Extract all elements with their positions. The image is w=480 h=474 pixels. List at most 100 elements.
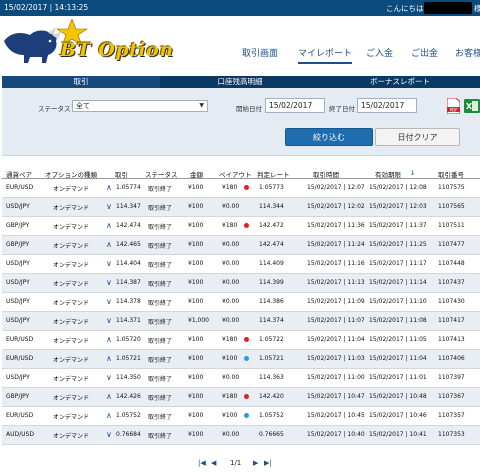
cell-payout: ¥100 bbox=[222, 412, 238, 419]
cell-amount: ¥100 bbox=[188, 279, 204, 286]
cell-payout: ¥0.00 bbox=[222, 203, 240, 210]
table-row[interactable]: USD/JPY オンデマンド 114.404 取引終了 ¥100 ¥0.00 114.409… bbox=[2, 255, 480, 274]
table-row[interactable]: USD/JPY オンデマンド 114.378 取引終了 ¥100 ¥0.00 114.386… bbox=[2, 293, 480, 312]
clear-dates-button[interactable]: 日付クリア bbox=[375, 128, 460, 146]
cell-payout: ¥0.00 bbox=[222, 241, 240, 248]
status-select-value: 全て bbox=[76, 102, 90, 110]
tab-trades[interactable]: 取引 bbox=[2, 76, 160, 88]
table-row[interactable]: USD/JPY オンデマンド 114.371 取引終了 ¥1,000 ¥0.00 114.3… bbox=[2, 312, 480, 331]
arrow-up-icon: ∧ bbox=[106, 411, 112, 420]
arrow-down-icon: ∨ bbox=[106, 316, 112, 325]
table-row[interactable]: AUD/USD オンデマンド 0.76684 取引終了 ¥100 ¥0.00 0.76665… bbox=[2, 426, 480, 445]
col-trade-time[interactable]: 取引時間 bbox=[313, 169, 339, 179]
col-amount[interactable]: 金額 bbox=[190, 169, 203, 179]
cell-close-rate: 1.05773 bbox=[259, 184, 284, 191]
cell-option-type: オンデマンド bbox=[53, 300, 90, 307]
cell-pair: EUR/USD bbox=[6, 412, 34, 419]
cell-option-type: オンデマンド bbox=[53, 395, 90, 402]
table-row[interactable]: GBP/JPY オンデマンド 142.465 取引終了 ¥100 ¥0.00 142.474… bbox=[2, 236, 480, 255]
cell-close-rate: 142.420 bbox=[259, 393, 284, 400]
cell-payout: ¥180 bbox=[222, 393, 238, 400]
table-row[interactable]: EUR/USD オンデマンド 1.05720 取引終了 ¥100 ¥180 1.05722 1… bbox=[2, 331, 480, 350]
cell-pair: AUD/USD bbox=[6, 431, 34, 438]
end-date-label: 終了日付 bbox=[329, 105, 355, 113]
cell-amount: ¥100 bbox=[188, 355, 204, 362]
cell-pair: USD/JPY bbox=[6, 298, 30, 305]
cell-close-rate: 114.374 bbox=[259, 317, 284, 324]
col-trade-id[interactable]: 取引番号 bbox=[438, 169, 464, 179]
cell-trade-rate: 0.76684 bbox=[116, 431, 141, 438]
cell-status: 取引終了 bbox=[148, 224, 173, 231]
cell-close-rate: 114.344 bbox=[259, 203, 284, 210]
col-pair[interactable]: 通貨ペア bbox=[6, 169, 32, 179]
cell-trade-time: 15/02/2017 | 11:36 bbox=[307, 222, 365, 229]
cell-trade-id: 1107406 bbox=[438, 355, 465, 362]
result-draw-dot-icon bbox=[244, 413, 249, 418]
col-expiry[interactable]: 有効期限 bbox=[375, 169, 401, 179]
cell-option-type: オンデマンド bbox=[53, 243, 90, 250]
table-row[interactable]: EUR/USD オンデマンド 1.05752 取引終了 ¥100 ¥100 1.05752 1… bbox=[2, 407, 480, 426]
table-row[interactable]: EUR/USD オンデマンド 1.05721 取引終了 ¥100 ¥100 1.05721 1… bbox=[2, 350, 480, 369]
start-date-input[interactable]: 15/02/2017 bbox=[265, 98, 325, 113]
cell-status: 取引終了 bbox=[148, 338, 173, 345]
nav-withdrawal[interactable]: ご出金 bbox=[411, 46, 438, 59]
nav-customer[interactable]: お客様 bbox=[455, 46, 480, 59]
cell-option-type: オンデマンド bbox=[53, 186, 90, 193]
col-trade[interactable]: 取引 bbox=[115, 169, 128, 179]
prev-page-icon[interactable]: ◀ bbox=[211, 459, 216, 467]
nav-my-report[interactable]: マイレポート bbox=[298, 46, 353, 64]
col-status[interactable]: ステータス bbox=[145, 169, 178, 179]
bt-option-logo[interactable]: BT Option bbox=[2, 19, 192, 69]
table-row[interactable]: USD/JPY オンデマンド 114.387 取引終了 ¥100 ¥0.00 114.399… bbox=[2, 274, 480, 293]
cell-amount: ¥100 bbox=[188, 374, 204, 381]
result-win-dot-icon bbox=[244, 185, 249, 190]
cell-trade-rate: 1.05774 bbox=[116, 184, 141, 191]
start-date-label: 開始日付 bbox=[236, 105, 262, 113]
cell-pair: EUR/USD bbox=[6, 355, 34, 362]
cell-amount: ¥100 bbox=[188, 412, 204, 419]
cell-trade-rate: 1.05721 bbox=[116, 355, 141, 362]
cell-pair: USD/JPY bbox=[6, 260, 30, 267]
nav-trading-screen[interactable]: 取引画面 bbox=[242, 46, 278, 59]
last-page-icon[interactable]: ▶| bbox=[264, 459, 272, 467]
cell-status: 取引終了 bbox=[148, 281, 173, 288]
status-label: ステータス bbox=[38, 105, 71, 113]
cell-trade-id: 1107357 bbox=[438, 412, 465, 419]
table-row[interactable]: GBP/JPY オンデマンド 142.474 取引終了 ¥100 ¥180 142.472 1… bbox=[2, 217, 480, 236]
cell-status: 取引終了 bbox=[148, 300, 173, 307]
table-row[interactable]: USD/JPY オンデマンド 114.350 取引終了 ¥100 ¥0.00 114.363… bbox=[2, 369, 480, 388]
cell-option-type: オンデマンド bbox=[53, 205, 90, 212]
report-subtabs: 取引 口座残高明細 ボーナスレポート bbox=[2, 76, 480, 88]
filter-search-button[interactable]: 絞り込む bbox=[285, 128, 373, 146]
cell-option-type: オンデマンド bbox=[53, 357, 90, 364]
status-select[interactable]: 全て ▼ bbox=[72, 100, 208, 112]
cell-trade-id: 1107353 bbox=[438, 431, 465, 438]
cell-trade-id: 1107367 bbox=[438, 393, 465, 400]
cell-trade-id: 1107430 bbox=[438, 298, 465, 305]
cell-close-rate: 142.472 bbox=[259, 222, 284, 229]
cell-payout: ¥180 bbox=[222, 184, 238, 191]
cell-status: 取引終了 bbox=[148, 395, 173, 402]
col-payout[interactable]: ペイアウト bbox=[219, 169, 252, 179]
cell-expiry: 15/02/2017 | 10:46 bbox=[369, 412, 427, 419]
table-row[interactable]: GBP/JPY オンデマンド 142.426 取引終了 ¥100 ¥180 142.420 1… bbox=[2, 388, 480, 407]
col-rate[interactable]: 判定レート bbox=[257, 169, 290, 179]
sort-down-icon[interactable]: ↓ bbox=[410, 169, 415, 177]
table-row[interactable]: USD/JPY オンデマンド 114.347 取引終了 ¥100 ¥0.00 114.344… bbox=[2, 198, 480, 217]
cell-close-rate: 1.05722 bbox=[259, 336, 284, 343]
nav-deposit[interactable]: ご入金 bbox=[366, 46, 393, 59]
result-win-dot-icon bbox=[244, 394, 249, 399]
cell-trade-time: 15/02/2017 | 11:13 bbox=[307, 279, 365, 286]
tab-bonus-report[interactable]: ボーナスレポート bbox=[320, 76, 480, 88]
next-page-icon[interactable]: ▶ bbox=[253, 459, 258, 467]
tab-account-balance[interactable]: 口座残高明細 bbox=[160, 76, 320, 88]
pagination: |◀ ◀ 1/1 ▶ ▶| bbox=[198, 458, 278, 470]
first-page-icon[interactable]: |◀ bbox=[198, 459, 206, 467]
excel-icon[interactable]: X bbox=[464, 99, 480, 113]
arrow-down-icon: ∨ bbox=[106, 297, 112, 306]
table-row[interactable]: EUR/USD オンデマンド 1.05774 取引終了 ¥100 ¥180 1.05773 1… bbox=[2, 179, 480, 198]
pdf-icon[interactable]: PDF bbox=[447, 98, 460, 114]
col-option-type[interactable]: オプションの種類 bbox=[45, 169, 97, 179]
arrow-up-icon: ∧ bbox=[106, 240, 112, 249]
end-date-input[interactable]: 15/02/2017 bbox=[357, 98, 417, 113]
